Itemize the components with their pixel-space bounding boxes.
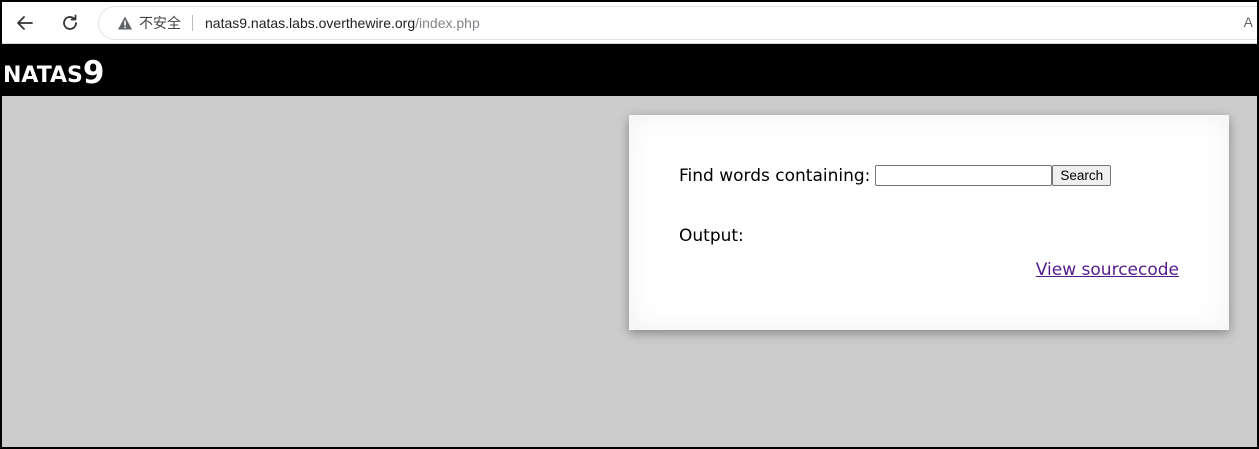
reload-button[interactable] bbox=[57, 10, 83, 36]
address-divider bbox=[192, 15, 193, 31]
page-title-number: 9 bbox=[82, 55, 105, 91]
url-path[interactable]: /index.php bbox=[415, 15, 480, 31]
page-title: NATAS9 bbox=[3, 54, 105, 91]
reload-icon bbox=[63, 14, 77, 30]
back-button[interactable] bbox=[12, 10, 38, 36]
view-sourcecode-link[interactable]: View sourcecode bbox=[1036, 260, 1179, 280]
security-status-label[interactable]: 不安全 bbox=[139, 13, 181, 33]
find-words-label: Find words containing: bbox=[679, 165, 871, 186]
search-button[interactable]: Search bbox=[1052, 165, 1112, 186]
page-title-text: NATAS bbox=[3, 63, 83, 88]
content-panel: Find words containing: Search Output: Vi… bbox=[629, 115, 1229, 330]
page-header: NATAS9 bbox=[2, 44, 1257, 96]
search-form: Find words containing: Search bbox=[679, 165, 1112, 186]
url-host[interactable]: natas9.natas.labs.overthewire.org bbox=[205, 15, 415, 31]
browser-window: 不安全 natas9.natas.labs.overthewire.org/in… bbox=[0, 0, 1259, 449]
output-label: Output: bbox=[679, 226, 744, 246]
address-bar[interactable]: 不安全 natas9.natas.labs.overthewire.org/in… bbox=[98, 6, 1257, 40]
search-input[interactable] bbox=[875, 165, 1053, 186]
browser-toolbar: 不安全 natas9.natas.labs.overthewire.org/in… bbox=[2, 2, 1257, 44]
reader-mode-icon[interactable]: A bbox=[1244, 14, 1253, 30]
back-arrow-icon bbox=[17, 16, 33, 30]
warning-icon[interactable] bbox=[117, 15, 133, 31]
